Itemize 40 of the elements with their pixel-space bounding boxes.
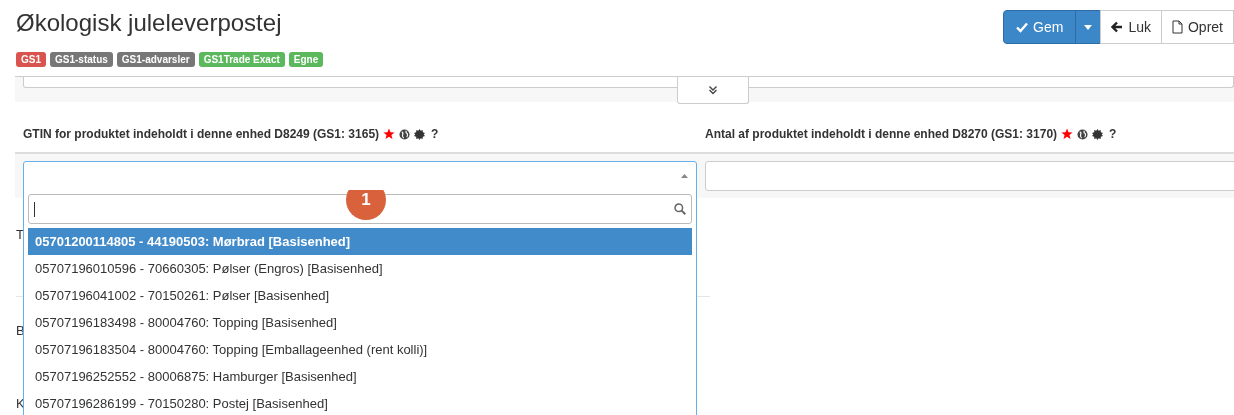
caret-up-icon <box>681 174 688 178</box>
input-field[interactable] <box>705 161 1234 191</box>
help-link[interactable]: ? <box>1109 127 1117 141</box>
dropdown-option[interactable]: 05707196286199 - 70150280: Postej [Basisenhed] <box>28 390 692 415</box>
dropdown-option[interactable]: 05707196041002 - 70150261: Pølser [Basisenhed] <box>28 282 692 309</box>
badge-seal-icon <box>1092 128 1104 140</box>
double-chevron-down-icon <box>708 85 718 95</box>
field-label: Antal af produktet indeholdt i denne enhed D8270 (GS1: 3170) <box>705 127 1058 141</box>
search-field[interactable] <box>28 194 692 224</box>
checkmark-icon <box>1016 21 1029 33</box>
dropdown-option[interactable]: 05707196252552 - 80006875: Hamburger [Basisenhed] <box>28 363 692 390</box>
help-link[interactable]: ? <box>431 127 439 141</box>
globe-icon <box>399 128 411 140</box>
expand-button[interactable] <box>677 77 749 104</box>
form-label: T <box>16 227 24 244</box>
close-button[interactable]: Luk <box>1100 10 1162 44</box>
dropdown-toggle[interactable] <box>1075 10 1102 44</box>
caret-icon <box>1084 24 1093 30</box>
dropdown-option[interactable]: 05701200114805 - 44190503: Mørbrad [Basisenhed] <box>28 228 692 255</box>
star-icon <box>1061 128 1074 140</box>
document-icon <box>1172 20 1183 34</box>
arrow-left-icon <box>1111 21 1124 33</box>
select-field[interactable] <box>23 161 697 191</box>
badge-label: Egne <box>288 52 324 67</box>
dropdown-option[interactable]: 05707196183504 - 80004760: Topping [Emballageenhed (rent kolli)] <box>28 336 692 363</box>
search-icon <box>674 203 686 215</box>
page-title: Økologisk juleleverpostej <box>16 9 283 37</box>
dropdown-option[interactable]: 05707196010596 - 70660305: Pølser (Engros) [Basisenhed] <box>28 255 692 282</box>
badge-label: GS1Trade Exact <box>198 52 285 67</box>
dropdown-option[interactable]: 05707196183498 - 80004760: Topping [Basisenhed] <box>28 309 692 336</box>
save-button[interactable]: Gem <box>1003 10 1077 44</box>
badge-label: GS1-advarsler <box>116 52 195 67</box>
badge-label: GS1 <box>16 52 46 67</box>
create-button[interactable]: Opret <box>1161 10 1234 44</box>
star-icon <box>383 128 396 140</box>
step-marker: 1 <box>346 190 386 220</box>
field-label: GTIN for produktet indeholdt i denne enhed D8249 (GS1: 3165) <box>23 127 380 141</box>
badge-seal-icon <box>414 128 426 140</box>
globe-icon <box>1077 128 1089 140</box>
badge-label: GS1-status <box>50 52 113 67</box>
